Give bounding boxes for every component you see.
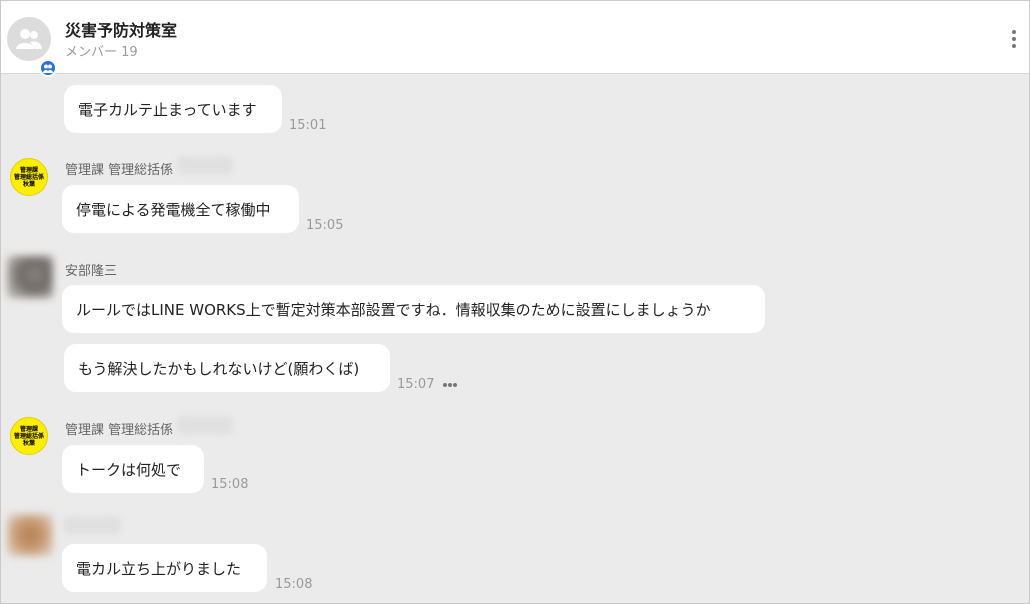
message-text: ルールではLINE WORKS上で暫定対策本部設置ですね．情報収集のために設置に…	[76, 300, 711, 319]
sender-name: 管理課 管理総括係	[65, 163, 174, 178]
message-text: 電子カルテ止まっています	[78, 100, 257, 119]
chat-window: 災害予防対策室 メンバー 19 電子カルテ止まっています 15:01 管理課 管…	[0, 0, 1030, 604]
sender-name: 安部隆三	[65, 264, 118, 279]
message-text: 停電による発電機全て稼働中	[76, 200, 271, 219]
sender-avatar[interactable]	[7, 514, 53, 556]
message-bubble[interactable]: 電子カルテ止まっています	[64, 85, 282, 133]
sender-avatar[interactable]	[7, 256, 53, 298]
message-text: 電カル立ち上がりました	[76, 559, 242, 578]
group-people-icon	[16, 29, 42, 49]
message-time: 15:07	[397, 377, 435, 392]
sender-avatar[interactable]: 管理課 管理総括係 秋葉	[10, 158, 48, 196]
group-avatar[interactable]	[7, 17, 57, 77]
message-text: トークは何処で	[76, 460, 182, 479]
message-text: もう解決したかもしれないけど(願わくば)	[78, 359, 360, 378]
message-time: 15:08	[275, 577, 313, 592]
redacted-name	[63, 516, 121, 534]
redacted-name	[177, 416, 233, 434]
sender-name: 管理課 管理総括係	[65, 423, 174, 438]
message-bubble[interactable]: ルールではLINE WORKS上で暫定対策本部設置ですね．情報収集のために設置に…	[62, 285, 765, 333]
redacted-name	[177, 156, 233, 174]
message-bubble[interactable]: もう解決したかもしれないけど(願わくば)	[64, 344, 390, 392]
message-time: 15:05	[306, 218, 344, 233]
member-count[interactable]: メンバー 19	[65, 41, 138, 60]
message-time: 15:01	[289, 118, 327, 133]
message-bubble[interactable]: 停電による発電機全て稼働中	[62, 185, 299, 233]
message-bubble[interactable]: 電カル立ち上がりました	[62, 544, 267, 592]
more-vertical-icon[interactable]	[1005, 28, 1023, 50]
room-title: 災害予防対策室	[65, 21, 178, 40]
group-badge-icon	[39, 59, 57, 77]
message-time: 15:08	[211, 477, 249, 492]
chat-header: 災害予防対策室 メンバー 19	[1, 1, 1029, 77]
message-bubble[interactable]: トークは何処で	[62, 445, 204, 493]
sender-avatar[interactable]: 管理課 管理総括係 秋葉	[10, 417, 48, 455]
more-horizontal-icon[interactable]	[443, 382, 459, 388]
